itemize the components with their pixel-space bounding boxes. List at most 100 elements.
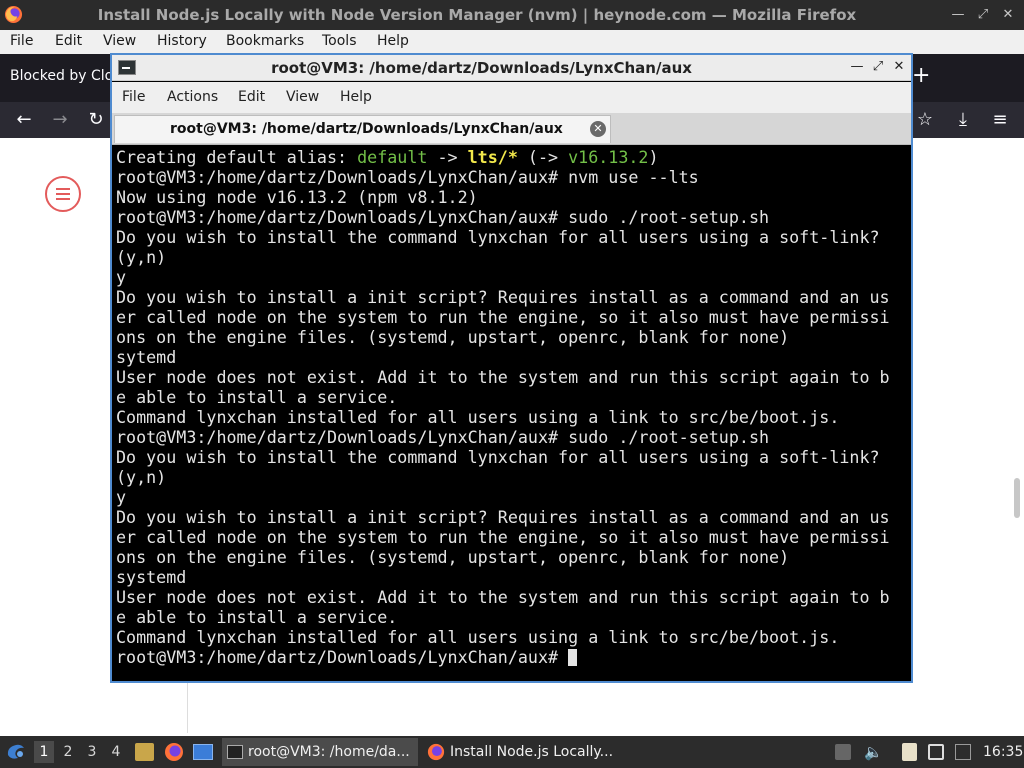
terminal-line: (y,n)	[116, 247, 890, 267]
terminal-text: Creating default alias:	[116, 147, 358, 167]
terminal-text: v16.13.2	[568, 147, 649, 167]
workspace-4[interactable]: 4	[106, 741, 126, 763]
terminal-window: root@VM3: /home/dartz/Downloads/LynxChan…	[110, 53, 913, 683]
terminal-line: Command lynxchan installed for all users…	[116, 627, 890, 647]
workspace-1[interactable]: 1	[34, 741, 54, 763]
firefox-icon	[427, 743, 445, 761]
clock: 16:35	[983, 744, 1024, 760]
terminal-line: Do you wish to install a init script? Re…	[116, 507, 890, 527]
taskbar-terminal-label: root@VM3: /home/da...	[248, 744, 410, 760]
terminal-line: y	[116, 267, 890, 287]
taskbar-terminal-button[interactable]: root@VM3: /home/da...	[222, 738, 418, 766]
menu-bookmarks[interactable]: Bookmarks	[226, 33, 304, 49]
terminal-text: Do you wish to install a init script? Re…	[116, 287, 890, 307]
terminal-line: ons on the engine files. (systemd, upsta…	[116, 547, 890, 567]
divider	[187, 678, 188, 733]
terminal-text: Do you wish to install the command lynxc…	[116, 227, 880, 247]
maximize-icon[interactable]: ⤢	[975, 7, 991, 23]
terminal-text: Command lynxchan installed for all users…	[116, 407, 840, 427]
downloads-icon[interactable]: ⤓	[951, 108, 975, 132]
back-icon[interactable]: ←	[12, 108, 36, 132]
workspace-3[interactable]: 3	[82, 741, 102, 763]
start-menu-icon[interactable]	[5, 742, 27, 762]
taskbar-firefox-label: Install Node.js Locally...	[450, 744, 614, 760]
minimize-icon[interactable]: —	[849, 58, 865, 76]
workspace-2[interactable]: 2	[58, 741, 78, 763]
terminal-text: Now using node v16.13.2 (npm v8.1.2)	[116, 187, 478, 207]
maximize-icon[interactable]: ⤢	[870, 58, 886, 76]
terminal-lines: Creating default alias: default -> lts/*…	[116, 147, 890, 667]
terminal-line: root@VM3:/home/dartz/Downloads/LynxChan/…	[116, 647, 890, 667]
close-icon[interactable]: ✕	[891, 58, 907, 76]
terminal-text: er called node on the system to run the …	[116, 307, 890, 327]
terminal-tab[interactable]: root@VM3: /home/dartz/Downloads/LynxChan…	[114, 115, 611, 143]
menu-file[interactable]: File	[10, 33, 33, 49]
terminal-menu-view[interactable]: View	[286, 89, 319, 105]
notes-icon[interactable]	[902, 743, 917, 761]
terminal-text: systemd	[116, 567, 187, 587]
terminal-menu-edit[interactable]: Edit	[238, 89, 265, 105]
terminal-menu-help[interactable]: Help	[340, 89, 372, 105]
file-manager-icon[interactable]	[135, 743, 154, 761]
terminal-titlebar: root@VM3: /home/dartz/Downloads/LynxChan…	[112, 55, 911, 81]
terminal-line: Now using node v16.13.2 (npm v8.1.2)	[116, 187, 890, 207]
display-icon[interactable]	[928, 744, 944, 760]
terminal-line: Do you wish to install the command lynxc…	[116, 227, 890, 247]
app-menu-icon[interactable]: ≡	[988, 108, 1012, 132]
terminal-text: Command lynxchan installed for all users…	[116, 627, 840, 647]
terminal-text: )	[648, 147, 659, 167]
close-tab-icon[interactable]: ✕	[590, 121, 606, 137]
terminal-text: ons on the engine files. (systemd, upsta…	[116, 327, 790, 347]
menu-edit[interactable]: Edit	[55, 33, 82, 49]
terminal-text: Do you wish to install the command lynxc…	[116, 447, 880, 467]
network-icon[interactable]	[955, 744, 971, 760]
forward-icon[interactable]: →	[48, 108, 72, 132]
clipboard-icon[interactable]	[835, 744, 851, 760]
bookmark-star-icon[interactable]: ☆	[913, 108, 937, 132]
terminal-line: (y,n)	[116, 467, 890, 487]
show-desktop-icon[interactable]	[193, 744, 213, 760]
hamburger-menu-icon[interactable]	[45, 176, 81, 212]
terminal-line: systemd	[116, 567, 890, 587]
terminal-text: e able to install a service.	[116, 607, 398, 627]
terminal-line: Do you wish to install a init script? Re…	[116, 287, 890, 307]
terminal-text: e able to install a service.	[116, 387, 398, 407]
menu-help[interactable]: Help	[377, 33, 409, 49]
terminal-text: (->	[517, 147, 569, 167]
terminal-text: default	[357, 147, 428, 167]
close-icon[interactable]: ✕	[1000, 7, 1016, 23]
taskbar-firefox-button[interactable]: Install Node.js Locally...	[424, 738, 620, 766]
terminal-icon	[118, 60, 136, 75]
terminal-output[interactable]: Creating default alias: default -> lts/*…	[114, 146, 909, 681]
browser-tab[interactable]: Blocked by Clo	[10, 68, 113, 84]
terminal-text: (y,n)	[116, 247, 167, 267]
menu-view[interactable]: View	[103, 33, 136, 49]
terminal-text: root@VM3:/home/dartz/Downloads/LynxChan/…	[116, 427, 770, 447]
firefox-window-title: Install Node.js Locally with Node Versio…	[97, 6, 857, 24]
new-tab-button[interactable]: +	[912, 63, 930, 88]
firefox-launcher-icon[interactable]	[164, 742, 184, 762]
terminal-text: User node does not exist. Add it to the …	[116, 587, 890, 607]
terminal-line: root@VM3:/home/dartz/Downloads/LynxChan/…	[116, 167, 890, 187]
terminal-line: ons on the engine files. (systemd, upsta…	[116, 327, 890, 347]
terminal-menubar: File Actions Edit View Help	[112, 82, 911, 113]
reload-icon[interactable]: ↻	[84, 108, 108, 132]
terminal-text: ons on the engine files. (systemd, upsta…	[116, 547, 790, 567]
terminal-line: Command lynxchan installed for all users…	[116, 407, 890, 427]
scrollbar-thumb[interactable]	[1014, 478, 1020, 518]
terminal-text: lts/*	[467, 147, 518, 167]
volume-icon[interactable]: 🔈	[864, 744, 883, 760]
minimize-icon[interactable]: —	[950, 7, 966, 23]
terminal-line: root@VM3:/home/dartz/Downloads/LynxChan/…	[116, 207, 890, 227]
terminal-line: e able to install a service.	[116, 387, 890, 407]
terminal-line: Do you wish to install the command lynxc…	[116, 447, 890, 467]
terminal-text: y	[116, 487, 127, 507]
terminal-line: Creating default alias: default -> lts/*…	[116, 147, 890, 167]
terminal-line: User node does not exist. Add it to the …	[116, 587, 890, 607]
terminal-menu-file[interactable]: File	[122, 89, 145, 105]
terminal-text: ->	[427, 147, 468, 167]
menu-history[interactable]: History	[157, 33, 207, 49]
menu-tools[interactable]: Tools	[322, 33, 357, 49]
terminal-menu-actions[interactable]: Actions	[167, 89, 218, 105]
terminal-tabbar: root@VM3: /home/dartz/Downloads/LynxChan…	[112, 113, 911, 145]
